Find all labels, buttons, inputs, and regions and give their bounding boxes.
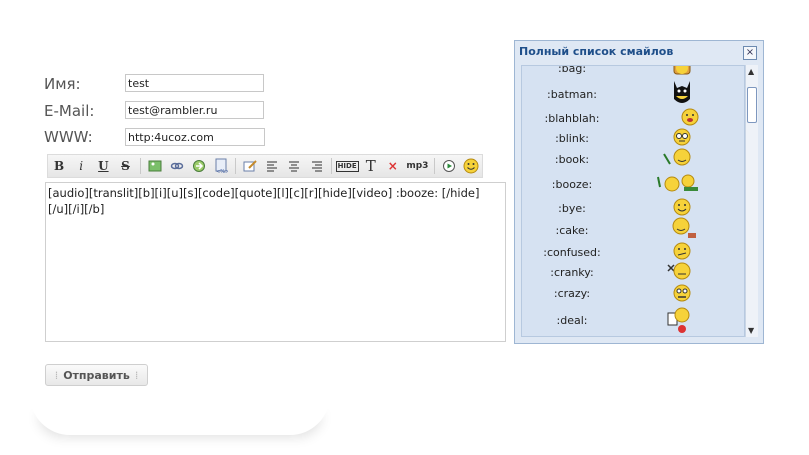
smile-icon[interactable] (460, 156, 482, 176)
smile-row-cranky[interactable]: :cranky: (522, 261, 744, 283)
code-icon[interactable]: <%> (210, 156, 232, 176)
deal-smile-icon (667, 307, 690, 333)
submit-label: Отправить (63, 368, 130, 382)
scroll-up-icon[interactable]: ▲ (748, 67, 754, 76)
smile-row-bye[interactable]: :bye: (522, 197, 744, 219)
bye-smile-icon (673, 198, 691, 216)
smile-row-bag[interactable]: :bag: (522, 65, 744, 80)
quote-icon[interactable] (239, 156, 261, 176)
link-icon[interactable] (166, 156, 188, 176)
www-label: WWW: (44, 128, 93, 146)
smile-row-confused[interactable]: :confused: (522, 241, 744, 263)
close-icon[interactable]: × (743, 46, 757, 60)
strikethrough-button[interactable]: S (114, 156, 136, 176)
name-label: Имя: (44, 75, 81, 93)
toolbar-divider (330, 158, 332, 174)
scroll-down-icon[interactable]: ▼ (748, 326, 754, 335)
mp3-button[interactable]: mp3 (404, 156, 431, 176)
underline-button[interactable]: U (92, 156, 114, 176)
smile-row-cake[interactable]: :cake: (522, 217, 744, 241)
font-button[interactable]: T (360, 156, 382, 176)
smiles-panel: Полный список смайлов × :bag: :batman: :… (514, 40, 764, 344)
translit-icon[interactable] (188, 156, 210, 176)
smile-row-crazy[interactable]: :crazy: (522, 282, 744, 304)
smile-row-blahblah[interactable]: :blahblah: (522, 107, 744, 129)
bold-button[interactable]: B (48, 156, 70, 176)
form-shadow (30, 395, 330, 435)
scroll-thumb[interactable] (747, 87, 757, 123)
smiles-list: :bag: :batman: :blahblah: :blink: :book:… (521, 65, 745, 337)
grip-icon: ⁞ (54, 368, 59, 382)
smile-code: :cake: (555, 224, 589, 237)
name-field[interactable]: test (125, 74, 264, 92)
smile-code: :cranky: (550, 266, 594, 279)
blink-smile-icon (673, 128, 691, 146)
smile-row-blink[interactable]: :blink: (522, 127, 744, 149)
smile-row-booze[interactable]: :booze: (522, 173, 744, 195)
smile-code: :blahblah: (544, 112, 600, 125)
hide-button-label: HIDE (335, 160, 359, 172)
smile-code: :blink: (555, 132, 589, 145)
video-icon[interactable] (438, 156, 460, 176)
crazy-smile-icon (673, 284, 691, 302)
smile-code: :bye: (558, 202, 586, 215)
panel-title: Полный список смайлов (519, 45, 674, 58)
smile-row-book[interactable]: :book: (522, 148, 744, 170)
remove-format-button[interactable]: × (382, 156, 404, 176)
hide-button[interactable]: HIDE (335, 156, 360, 176)
book-smile-icon (663, 148, 691, 166)
editor-toolbar: B i U S <%> HIDE T × mp3 (47, 154, 483, 178)
smiles-scrollbar[interactable]: ▲ ▼ (745, 65, 758, 337)
align-left-icon[interactable] (261, 156, 283, 176)
smile-code: :booze: (551, 178, 593, 191)
toolbar-divider (433, 158, 435, 174)
booze-smile-icon (657, 174, 698, 192)
align-right-icon[interactable] (305, 156, 327, 176)
bag-smile-icon (673, 66, 691, 75)
confused-smile-icon (673, 242, 691, 260)
smile-code: :batman: (547, 88, 597, 101)
toolbar-divider (139, 158, 141, 174)
align-center-icon[interactable] (283, 156, 305, 176)
blahblah-smile-icon (681, 108, 699, 126)
message-textarea[interactable]: [audio][translit][b][i][u][s][code][quot… (45, 182, 506, 342)
italic-button[interactable]: i (70, 156, 92, 176)
smile-code: :deal: (556, 314, 588, 327)
batman-smile-icon (674, 81, 690, 103)
smile-row-batman[interactable]: :batman: (522, 81, 744, 105)
svg-text:<%>: <%> (216, 169, 228, 174)
smile-code: :book: (554, 153, 590, 166)
toolbar-divider (235, 158, 237, 174)
www-field[interactable]: http:4ucoz.com (125, 128, 265, 146)
image-icon[interactable] (144, 156, 166, 176)
smile-code: :confused: (543, 246, 601, 259)
smile-code: :crazy: (553, 287, 591, 300)
smile-row-deal[interactable]: :deal: (522, 307, 744, 333)
email-field[interactable]: test@rambler.ru (125, 101, 264, 119)
cranky-smile-icon (667, 262, 691, 280)
email-label: E-Mail: (44, 102, 95, 120)
smile-code: :bag: (557, 65, 587, 75)
submit-button[interactable]: ⁞ Отправить ⁞ (45, 364, 148, 386)
grip-icon: ⁞ (134, 368, 139, 382)
cake-smile-icon (672, 217, 696, 238)
